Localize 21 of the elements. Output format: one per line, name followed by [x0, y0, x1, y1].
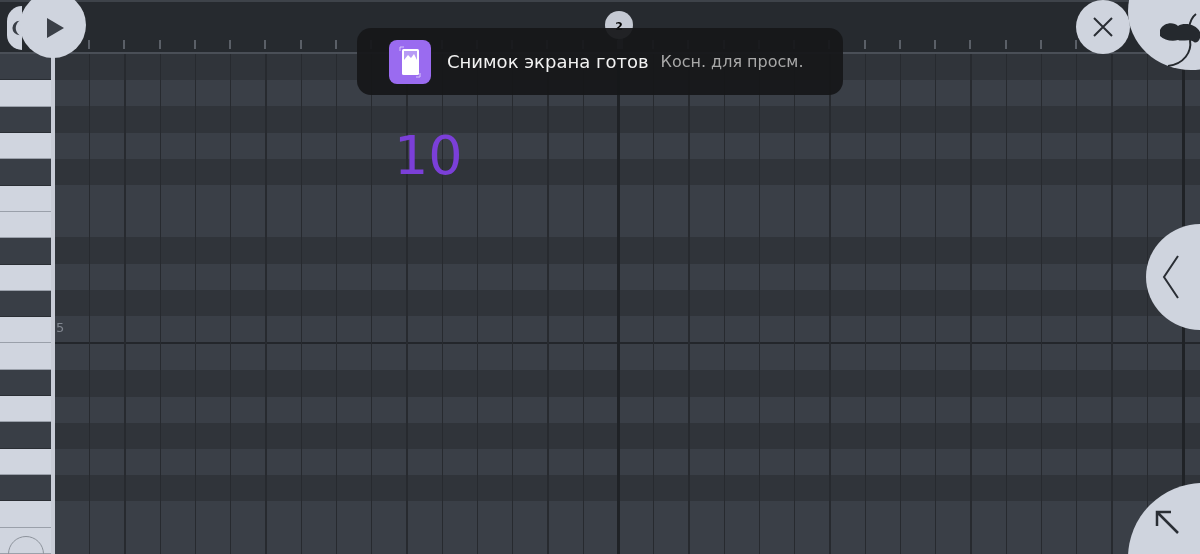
piano-key[interactable] — [0, 132, 51, 160]
piano-key[interactable] — [0, 448, 51, 475]
screenshot-toast[interactable]: Снимок экрана готов Косн. для просм. — [357, 28, 843, 95]
piano-key[interactable] — [0, 396, 51, 423]
piano-key[interactable] — [0, 290, 51, 318]
piano-key[interactable] — [0, 106, 51, 133]
play-icon — [45, 17, 65, 39]
piano-key[interactable] — [0, 54, 51, 81]
close-icon — [1092, 16, 1114, 38]
piano-key[interactable] — [0, 264, 51, 291]
chevron-left-icon — [1162, 254, 1180, 300]
octave-label: 5 — [56, 320, 65, 336]
screenshot-icon — [389, 39, 431, 84]
overlay-number: 10 — [394, 126, 463, 186]
arrow-up-left-icon — [1154, 509, 1180, 535]
piano-key[interactable] — [0, 475, 51, 502]
piano-key[interactable] — [0, 185, 51, 212]
toast-action[interactable]: Косн. для просм. — [660, 52, 804, 71]
toast-title: Снимок экрана готов — [447, 51, 649, 72]
piano-key[interactable] — [0, 369, 51, 397]
piano-key[interactable] — [0, 211, 51, 239]
